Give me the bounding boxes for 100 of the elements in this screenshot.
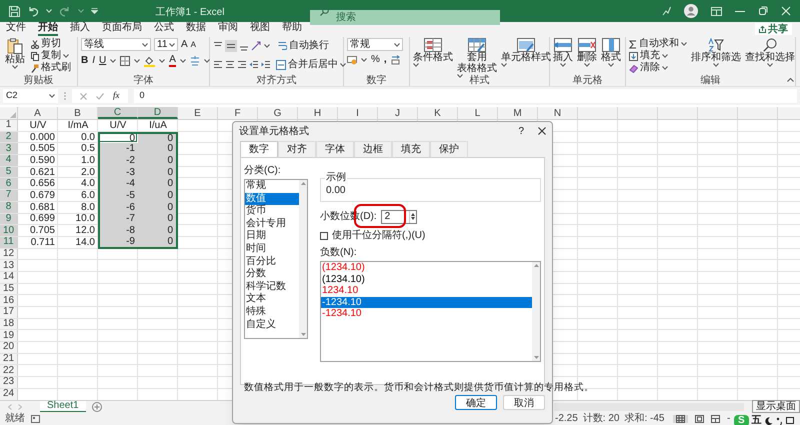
caret-icon[interactable] xyxy=(12,65,18,69)
merge-center-button[interactable]: 合并后居中 xyxy=(276,57,346,72)
add-sheet-icon[interactable] xyxy=(92,402,102,412)
autosum-button[interactable]: 自动求和 xyxy=(629,38,687,50)
menu-tab[interactable]: 数据 xyxy=(186,22,206,36)
restore-icon[interactable] xyxy=(758,6,768,16)
row-header[interactable]: 5 xyxy=(0,166,18,178)
category-item[interactable]: 科学记数 xyxy=(245,280,299,294)
caret-icon[interactable] xyxy=(501,63,507,67)
caret-icon[interactable] xyxy=(159,59,166,63)
column-header[interactable]: E xyxy=(178,107,218,119)
dialog-tab[interactable]: 边框 xyxy=(354,141,392,157)
ime-mode[interactable]: 五 xyxy=(752,413,762,425)
help-button[interactable]: ? xyxy=(518,124,524,138)
category-item[interactable]: 特殊 xyxy=(245,306,299,319)
category-item[interactable]: 百分比 xyxy=(245,256,299,268)
caret-icon[interactable] xyxy=(340,62,346,66)
category-item[interactable]: 文本 xyxy=(245,293,299,306)
category-item[interactable]: 货币 xyxy=(245,205,299,218)
menu-tab[interactable]: 插入 xyxy=(70,22,90,36)
cut-button[interactable]: 剪切 xyxy=(31,38,71,50)
row-header[interactable]: 7 xyxy=(0,190,18,201)
caret-icon[interactable] xyxy=(142,42,148,46)
row-header[interactable]: 12 xyxy=(0,248,18,260)
fill-button[interactable]: 填充 xyxy=(629,50,687,62)
insert-function-button[interactable]: fx xyxy=(113,89,120,103)
clear-button[interactable]: 清除 xyxy=(629,62,687,74)
insert-button[interactable]: 插入 xyxy=(553,38,573,67)
row-header[interactable]: 2 xyxy=(0,132,18,142)
caret-icon[interactable] xyxy=(180,59,186,63)
row-header[interactable]: 14 xyxy=(0,272,18,283)
sheet-tab[interactable]: Sheet1 xyxy=(40,400,86,412)
delete-button[interactable]: 删除 xyxy=(577,38,597,67)
align-middle-icon[interactable] xyxy=(225,40,237,52)
column-header[interactable]: D xyxy=(138,107,178,119)
category-item[interactable]: 自定义 xyxy=(245,318,299,332)
ribbon-display-icon[interactable] xyxy=(711,6,722,16)
italic-button[interactable]: I xyxy=(92,56,96,66)
borders-icon[interactable] xyxy=(120,56,130,66)
row-header[interactable]: 9 xyxy=(0,214,18,224)
caret-icon[interactable] xyxy=(413,63,419,67)
moon-icon[interactable] xyxy=(764,416,773,424)
formula-input[interactable]: 0 xyxy=(134,89,797,103)
wrap-text-button[interactable]: 自动换行 xyxy=(278,38,329,53)
page-layout-icon[interactable] xyxy=(695,414,704,422)
caret-icon[interactable] xyxy=(169,42,175,46)
column-header[interactable]: L xyxy=(458,107,498,119)
menu-tab[interactable]: 审阅 xyxy=(218,22,238,36)
horizontal-scrollbar[interactable] xyxy=(554,402,744,410)
caret-icon[interactable] xyxy=(49,94,55,98)
caret-icon[interactable] xyxy=(681,42,687,46)
percent-button[interactable]: % xyxy=(371,55,380,65)
format-painter-button[interactable]: 格式刷 xyxy=(31,62,71,74)
comma-button[interactable]: , xyxy=(384,55,387,65)
menu-tab[interactable]: 页面布局 xyxy=(102,22,142,36)
row-header[interactable]: 17 xyxy=(0,307,18,318)
search-field[interactable]: 搜索 xyxy=(310,10,500,24)
sort-filter-button[interactable]: 排序和筛选 xyxy=(691,38,741,67)
row-header[interactable]: 19 xyxy=(0,330,18,342)
dialog-tab[interactable]: 保护 xyxy=(430,141,468,157)
row-header[interactable]: 3 xyxy=(0,143,18,154)
negative-format-item[interactable]: (1234.10) xyxy=(321,262,532,274)
caret-icon[interactable] xyxy=(584,63,590,67)
row-header[interactable]: 20 xyxy=(0,342,18,353)
column-header[interactable]: N xyxy=(538,107,578,119)
align-left-icon[interactable] xyxy=(213,60,223,70)
column-header[interactable]: H xyxy=(298,107,338,119)
menu-tab[interactable]: 视图 xyxy=(250,22,270,36)
row-header[interactable]: 24 xyxy=(0,388,18,400)
row-header[interactable]: 1 xyxy=(0,120,18,131)
grow-font-button[interactable]: A xyxy=(181,40,188,50)
decimal-places-spinner[interactable]: 2 xyxy=(380,210,417,224)
checkbox[interactable] xyxy=(320,232,328,240)
shrink-font-button[interactable]: A xyxy=(190,40,196,50)
accounting-icon[interactable] xyxy=(347,55,357,65)
category-item[interactable]: 数值 xyxy=(245,192,299,206)
negative-format-item[interactable]: (1234.10) xyxy=(321,274,532,285)
spin-up-icon[interactable] xyxy=(410,213,415,216)
cell-styles-button[interactable]: 单元格样式 xyxy=(501,38,551,67)
row-header[interactable]: 6 xyxy=(0,178,18,190)
name-box[interactable]: C2 xyxy=(3,89,58,103)
column-header[interactable]: A xyxy=(18,107,58,119)
dialog-tab[interactable]: 字体 xyxy=(316,141,354,157)
punctuation-icon[interactable] xyxy=(776,416,783,424)
ok-button[interactable]: 确定 xyxy=(455,395,497,410)
row-header[interactable]: 15 xyxy=(0,284,18,294)
pen-icon[interactable] xyxy=(662,6,671,16)
column-header[interactable]: C xyxy=(98,107,138,119)
page-break-icon[interactable] xyxy=(711,414,720,422)
column-header[interactable]: I xyxy=(338,107,378,119)
row-header[interactable]: 16 xyxy=(0,295,18,306)
normal-view-button[interactable] xyxy=(673,414,688,422)
caret-icon[interactable] xyxy=(662,54,668,58)
menu-tab[interactable]: 文件 xyxy=(6,22,26,36)
caret-icon[interactable] xyxy=(767,63,773,67)
copy-button[interactable]: 复制 xyxy=(31,50,71,62)
caret-icon[interactable] xyxy=(608,63,614,67)
row-header[interactable]: 4 xyxy=(0,155,18,166)
conditional-format-button[interactable]: 条件格式 xyxy=(413,38,453,67)
caret-icon[interactable] xyxy=(63,54,69,58)
